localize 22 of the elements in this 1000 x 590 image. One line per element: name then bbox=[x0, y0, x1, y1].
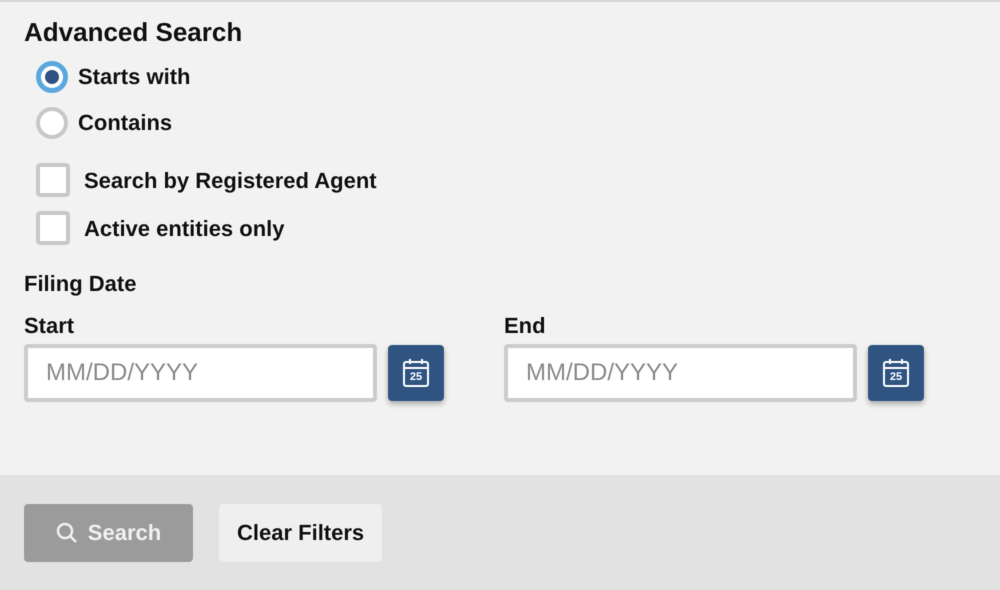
date-input[interactable]: MM/DD/YYYY bbox=[504, 344, 857, 402]
calendar-day: 25 bbox=[890, 372, 902, 382]
checkbox[interactable] bbox=[36, 163, 70, 197]
radio-button[interactable] bbox=[36, 60, 68, 92]
checkbox-label: Search by Registered Agent bbox=[84, 166, 377, 195]
calendar-button[interactable]: 25 bbox=[388, 345, 444, 401]
search-icon bbox=[56, 522, 78, 544]
date-input[interactable]: MM/DD/YYYY bbox=[24, 344, 377, 402]
checkbox-label: Active entities only bbox=[84, 214, 285, 243]
radio-label: Starts with bbox=[78, 63, 190, 91]
calendar-button[interactable]: 25 bbox=[868, 345, 924, 401]
radio-button[interactable] bbox=[36, 106, 68, 138]
calendar-day: 25 bbox=[410, 372, 422, 382]
section-title: Advanced Search bbox=[24, 16, 244, 49]
radio-label: Contains bbox=[78, 109, 172, 137]
calendar-icon bbox=[881, 357, 911, 389]
clear-filters-button[interactable]: Clear Filters bbox=[219, 504, 382, 562]
date-field-label: Start bbox=[24, 312, 76, 340]
checkbox[interactable] bbox=[36, 211, 70, 245]
filing-date-label: Filing Date bbox=[24, 270, 138, 298]
calendar-icon bbox=[401, 357, 431, 389]
date-field-label: End bbox=[504, 312, 547, 340]
